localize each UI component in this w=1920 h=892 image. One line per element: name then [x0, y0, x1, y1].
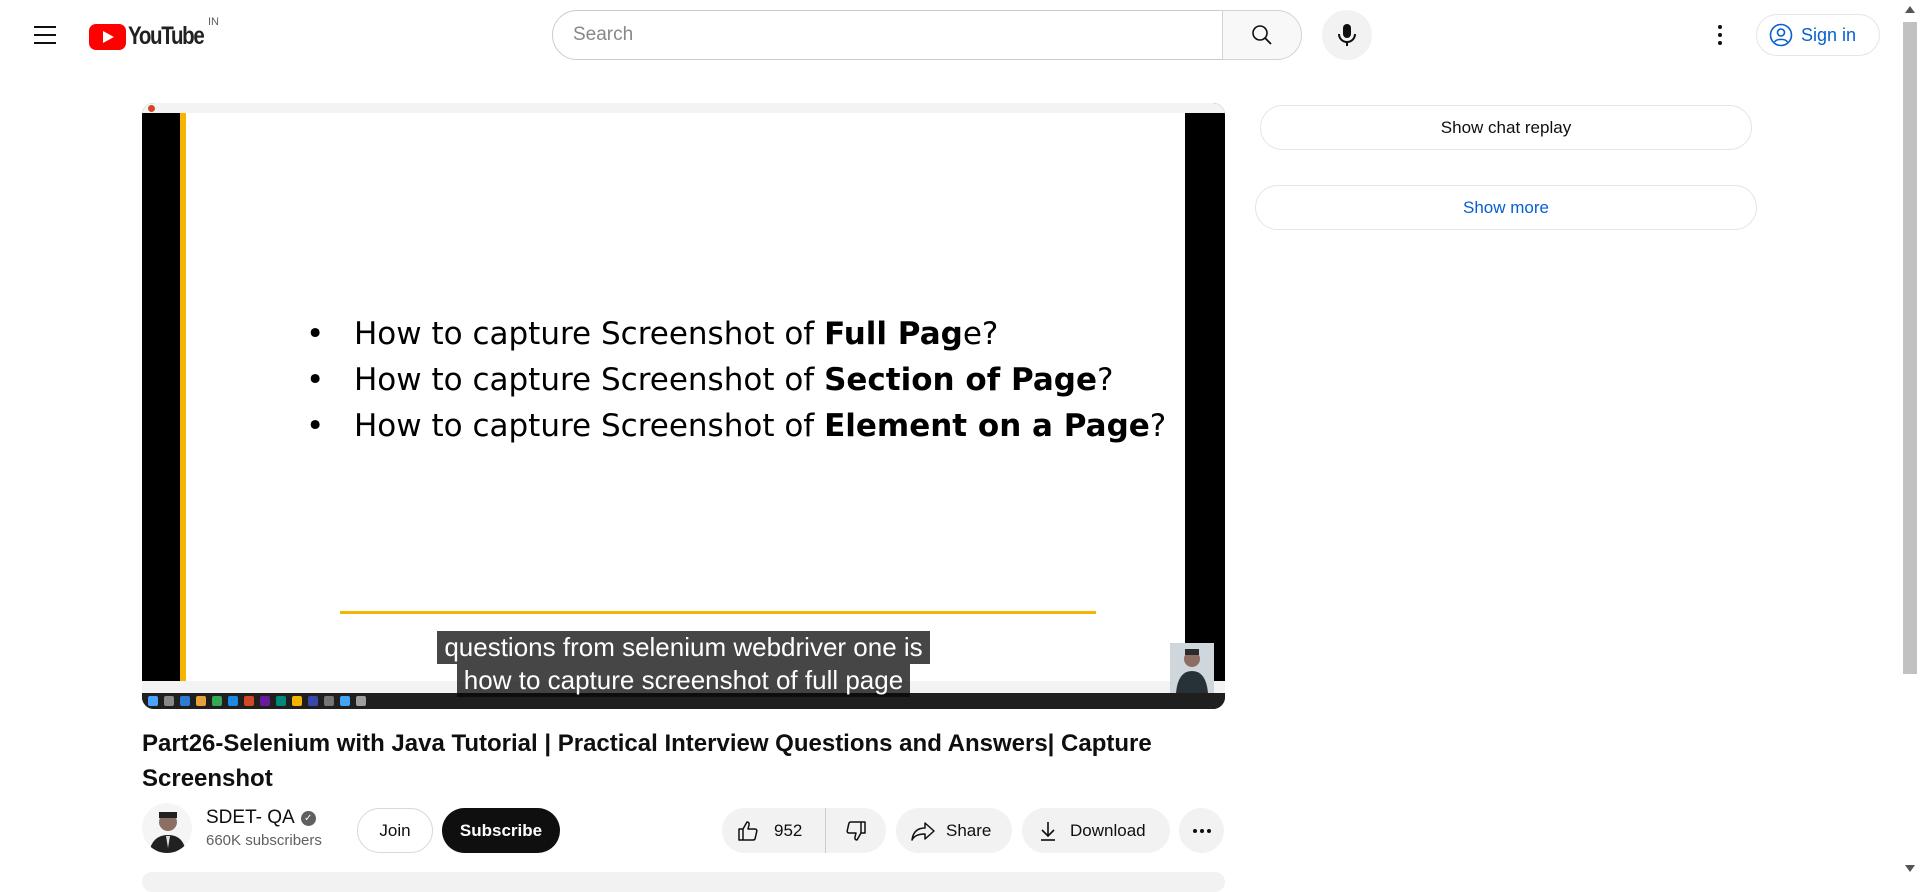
thumbs-up-icon	[738, 820, 758, 841]
sign-in-button[interactable]: Sign in	[1756, 14, 1880, 56]
app-icon	[356, 696, 366, 706]
powerpoint-titlebar	[142, 103, 1225, 113]
guide-menu-icon[interactable]	[25, 15, 65, 55]
video-player[interactable]: How to capture Screenshot of Full Page? …	[142, 103, 1225, 709]
app-icon	[212, 696, 222, 706]
dislike-button[interactable]	[826, 808, 886, 853]
subscriber-count: 660K subscribers	[206, 832, 322, 849]
microphone-icon	[1338, 24, 1356, 46]
youtube-logo[interactable]: YouTube	[89, 22, 220, 51]
slide-bullet-list: How to capture Screenshot of Full Page? …	[306, 311, 1166, 449]
channel-name: SDET- QA	[206, 807, 295, 828]
masthead: YouTube IN Sign in	[0, 0, 1900, 70]
description-box[interactable]	[142, 872, 1225, 892]
scrollbar-thumb[interactable]	[1903, 22, 1917, 674]
app-icon	[340, 696, 350, 706]
app-icon	[324, 696, 334, 706]
app-icon	[308, 696, 318, 706]
verified-check-icon: ✓	[300, 810, 316, 826]
slide-bullet: How to capture Screenshot of Element on …	[306, 403, 1166, 449]
show-chat-replay-button[interactable]: Show chat replay	[1260, 105, 1752, 150]
account-icon	[1769, 23, 1793, 47]
app-icon	[260, 696, 270, 706]
like-count: 952	[774, 820, 803, 840]
app-icon	[196, 696, 206, 706]
start-icon	[148, 696, 158, 706]
slide: How to capture Screenshot of Full Page? …	[180, 113, 1185, 681]
settings-more-icon[interactable]	[1700, 15, 1740, 55]
avatar-image	[142, 803, 192, 853]
download-icon	[1041, 821, 1055, 841]
like-dislike-group: 952	[722, 808, 886, 853]
app-icon	[292, 696, 302, 706]
country-code: IN	[208, 16, 219, 28]
logo-text: YouTube	[128, 22, 205, 50]
app-icon	[276, 696, 286, 706]
sign-in-label: Sign in	[1801, 24, 1857, 45]
scroll-up-arrow-icon[interactable]	[1905, 6, 1915, 13]
slide-accent-bar	[180, 113, 186, 681]
app-icon	[180, 696, 190, 706]
app-icon	[244, 696, 254, 706]
channel-owner: SDET- QA ✓ 660K subscribers	[142, 803, 322, 853]
voice-search-button[interactable]	[1322, 10, 1372, 60]
slide-bullet: How to capture Screenshot of Full Page?	[306, 311, 1166, 357]
app-icon	[228, 696, 238, 706]
download-button[interactable]: Download	[1022, 808, 1170, 853]
channel-name-link[interactable]: SDET- QA ✓	[206, 807, 322, 829]
search-icon	[164, 696, 174, 706]
youtube-play-icon	[89, 23, 126, 50]
search-box[interactable]	[552, 10, 1223, 60]
video-title: Part26-Selenium with Java Tutorial | Pra…	[142, 730, 1152, 792]
powerpoint-app-icon	[148, 105, 155, 112]
channel-info: SDET- QA ✓ 660K subscribers	[206, 807, 322, 849]
subscribe-button[interactable]: Subscribe	[442, 808, 560, 853]
search-input[interactable]	[573, 24, 1222, 46]
search-button[interactable]	[1222, 10, 1302, 60]
share-button[interactable]: Share	[896, 808, 1012, 853]
share-arrow-icon	[911, 821, 935, 841]
caption-line: questions from selenium webdriver one is	[142, 631, 1225, 664]
show-more-button[interactable]: Show more	[1255, 185, 1757, 230]
share-label: Share	[946, 820, 992, 840]
download-label: Download	[1070, 820, 1146, 840]
channel-avatar[interactable]	[142, 803, 192, 853]
more-actions-icon[interactable]	[1179, 808, 1224, 853]
slide-divider-line	[340, 611, 1096, 614]
thumbs-down-icon	[846, 820, 866, 841]
slide-bullet: How to capture Screenshot of Section of …	[306, 357, 1166, 403]
join-button[interactable]: Join	[357, 808, 433, 853]
scroll-down-arrow-icon[interactable]	[1905, 865, 1915, 872]
search-icon	[1252, 25, 1272, 45]
like-button[interactable]: 952	[722, 808, 826, 853]
presenter-webcam-thumbnail	[1170, 643, 1214, 693]
caption-line: how to capture screenshot of full page	[142, 664, 1225, 697]
